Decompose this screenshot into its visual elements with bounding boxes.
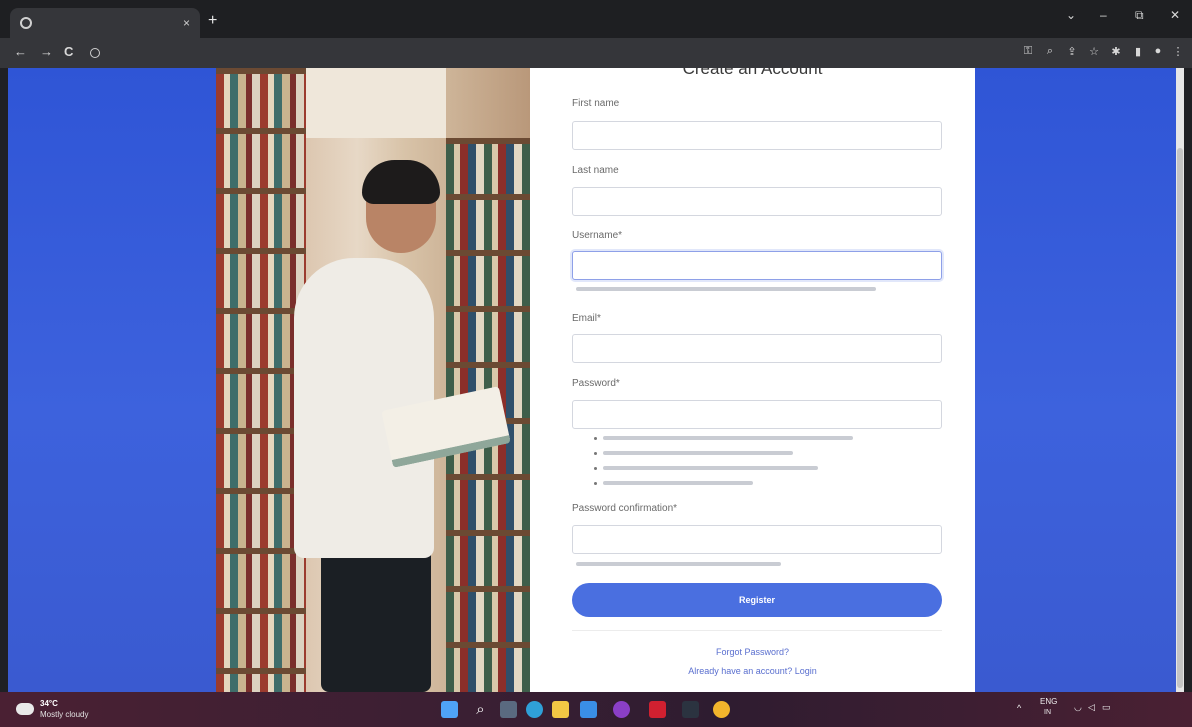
extensions-icon[interactable]: ✱ [1110, 45, 1122, 59]
forgot-password-link[interactable]: Forgot Password? [530, 647, 975, 657]
register-form-card: Create an Account First name Last name U… [530, 68, 975, 692]
taskbar: 34°C Mostly cloudy ⌕ ^ ENG IN ◡ ◁ ▭ [0, 692, 1192, 727]
email-field[interactable] [572, 334, 942, 363]
bookmark-star-icon[interactable]: ☆ [1088, 45, 1100, 59]
divider [572, 630, 942, 631]
app-icon[interactable] [682, 701, 699, 718]
minimize-button[interactable]: – [1100, 8, 1107, 22]
password-hint [594, 451, 793, 455]
close-window-button[interactable]: ✕ [1170, 8, 1180, 22]
register-button[interactable]: Register [572, 583, 942, 617]
wifi-icon[interactable]: ◡ [1074, 702, 1082, 713]
bookshelf-left [216, 68, 306, 692]
back-button[interactable]: ← [14, 44, 27, 59]
start-icon[interactable] [441, 701, 458, 718]
share-icon[interactable]: ⇪ [1066, 45, 1078, 59]
profile-icon[interactable]: ● [1152, 45, 1164, 59]
password-confirmation-field[interactable] [572, 525, 942, 554]
restore-button[interactable]: ⧉ [1135, 8, 1144, 23]
app-icon[interactable] [613, 701, 630, 718]
taskview-icon[interactable] [500, 701, 517, 718]
site-info-icon[interactable] [90, 48, 100, 58]
globe-icon [20, 17, 32, 29]
password-hint [594, 436, 853, 440]
first-name-label: First name [572, 98, 620, 109]
menu-icon[interactable]: ⋮ [1172, 45, 1184, 59]
username-help-text [576, 287, 876, 291]
edge-icon[interactable] [526, 701, 543, 718]
chrome-icon[interactable] [713, 701, 730, 718]
file-explorer-icon[interactable] [552, 701, 569, 718]
password-confirmation-help [576, 562, 781, 566]
region-indicator[interactable]: IN [1044, 709, 1051, 716]
reload-button[interactable]: C [64, 44, 73, 59]
page-scrollbar[interactable] [1176, 68, 1184, 692]
close-tab-icon[interactable]: × [183, 16, 190, 30]
app-icon[interactable] [649, 701, 666, 718]
last-name-label: Last name [572, 165, 619, 176]
form-title: Create an Account [682, 68, 823, 78]
username-label: Username* [572, 230, 623, 241]
mail-icon[interactable] [580, 701, 597, 718]
scrollbar-thumb[interactable] [1177, 148, 1183, 688]
weather-description[interactable]: Mostly cloudy [40, 710, 88, 719]
password-confirmation-label: Password confirmation* [572, 503, 678, 514]
forward-button[interactable]: → [40, 44, 53, 59]
address-bar[interactable] [90, 43, 990, 63]
battery-icon[interactable]: ▭ [1102, 702, 1111, 713]
search-icon[interactable]: ⌕ [472, 701, 489, 718]
password-hint [594, 481, 753, 485]
password-label: Password* [572, 378, 620, 389]
tab-search-icon[interactable]: ⌄ [1066, 8, 1076, 22]
email-label: Email* [572, 313, 601, 324]
zoom-icon[interactable]: ⌕ [1044, 45, 1056, 59]
password-hint [594, 466, 818, 470]
page-viewport: Create an Account First name Last name U… [8, 68, 1184, 692]
volume-icon[interactable]: ◁ [1088, 702, 1095, 713]
chevron-up-icon[interactable]: ^ [1017, 703, 1021, 713]
key-icon[interactable]: ⚿ [1022, 45, 1034, 59]
language-indicator[interactable]: ENG [1040, 697, 1057, 706]
new-tab-button[interactable]: + [208, 12, 217, 30]
password-field[interactable] [572, 400, 942, 429]
library-photo [216, 68, 530, 692]
browser-tab[interactable]: × [10, 8, 200, 38]
last-name-field[interactable] [572, 187, 942, 216]
browser-tabstrip: × + ⌄ – ⧉ ✕ [0, 0, 1192, 38]
side-panel-icon[interactable]: ▮ [1132, 45, 1144, 59]
cloud-icon[interactable] [16, 703, 34, 715]
browser-toolbar: ← → C ⚿ ⌕ ⇪ ☆ ✱ ▮ ● ⋮ [0, 38, 1192, 68]
login-link[interactable]: Already have an account? Login [530, 666, 975, 676]
first-name-field[interactable] [572, 121, 942, 150]
weather-temperature[interactable]: 34°C [40, 699, 58, 708]
username-field[interactable] [572, 251, 942, 280]
